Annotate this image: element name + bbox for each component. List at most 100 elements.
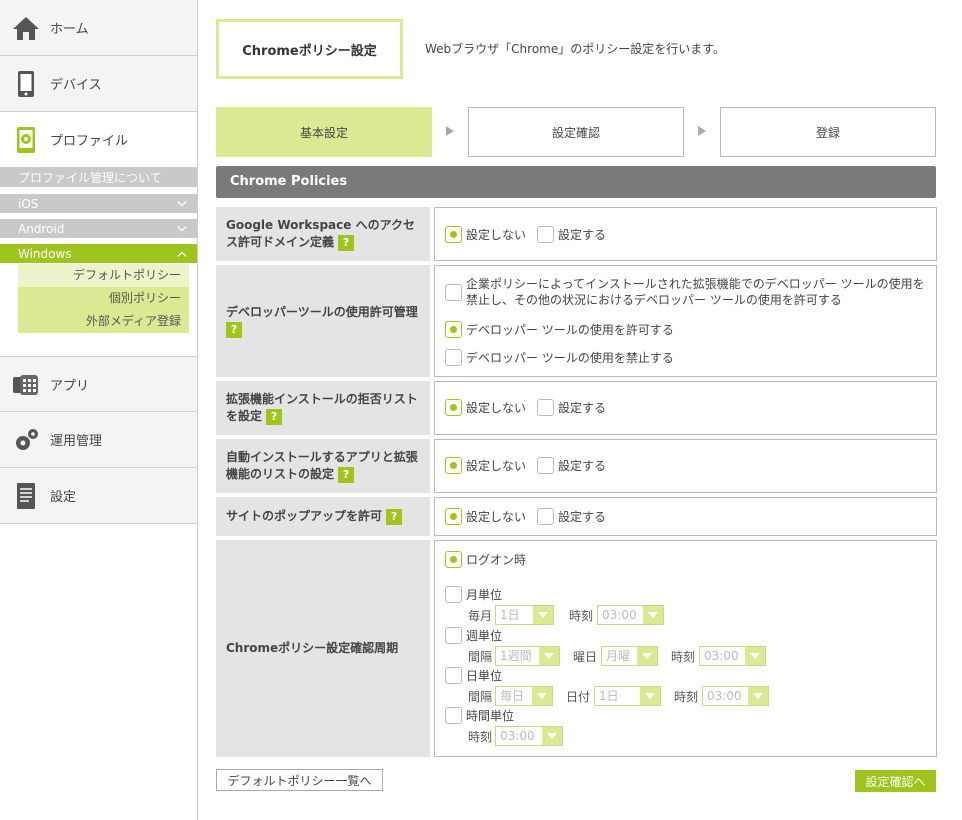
select-value: 03:00 bbox=[707, 689, 742, 703]
help-icon[interactable]: ? bbox=[266, 408, 283, 425]
radio-label: 時間単位 bbox=[466, 709, 515, 723]
label-date: 日付 bbox=[566, 690, 591, 704]
nav-settings-label: 設定 bbox=[50, 490, 77, 505]
sidebar-item-external-media[interactable]: 外部メディア登録 bbox=[18, 310, 189, 333]
help-icon[interactable]: ? bbox=[386, 508, 403, 525]
row-value-devtools: 企業ポリシーによってインストールされた拡張機能でのデベロッパー ツールの使用を禁… bbox=[434, 265, 937, 377]
dropdown-arrow-icon bbox=[748, 687, 768, 705]
dropdown-arrow-icon bbox=[533, 606, 553, 624]
row-label-devtools: デベロッパーツールの使用許可管理? bbox=[216, 265, 430, 377]
radio-devtools-block-ext[interactable]: 企業ポリシーによってインストールされた拡張機能でのデベロッパー ツールの使用を禁… bbox=[445, 276, 925, 308]
nav-profile[interactable]: プロファイル bbox=[0, 112, 197, 168]
radio-cycle-weekly[interactable]: 週単位 bbox=[445, 627, 502, 644]
row-label-text: Google Workspace へのアクセス許可ドメイン定義 bbox=[226, 218, 415, 249]
go-to-confirm-button[interactable]: 設定確認へ bbox=[855, 770, 936, 792]
nav-device[interactable]: デバイス bbox=[0, 56, 197, 112]
radio-label: デベロッパー ツールの使用を禁止する bbox=[466, 351, 674, 365]
help-icon[interactable]: ? bbox=[226, 321, 242, 338]
sidebar-item-windows[interactable]: Windows bbox=[0, 244, 197, 263]
radio-circle bbox=[445, 457, 462, 474]
radio-circle bbox=[445, 399, 462, 416]
radio-forcelist-off[interactable]: 設定しない bbox=[445, 457, 526, 474]
radio-workspace-on[interactable]: 設定する bbox=[537, 226, 606, 243]
label-time: 時刻 bbox=[569, 609, 594, 623]
radio-popups-off[interactable]: 設定しない bbox=[445, 508, 526, 525]
radio-devtools-allow[interactable]: デベロッパー ツールの使用を許可する bbox=[445, 321, 674, 338]
select-hour-time[interactable]: 03:00 bbox=[495, 726, 563, 746]
select-week-time[interactable]: 03:00 bbox=[699, 646, 766, 666]
row-label-workspace: Google Workspace へのアクセス許可ドメイン定義? bbox=[216, 207, 430, 261]
nav-operations[interactable]: 運用管理 bbox=[0, 412, 197, 468]
radio-label: 設定しない bbox=[466, 459, 527, 473]
label-weekday: 曜日 bbox=[573, 650, 598, 664]
dropdown-arrow-icon bbox=[640, 687, 660, 705]
select-value: 03:00 bbox=[500, 729, 535, 743]
radio-workspace-off[interactable]: 設定しない bbox=[445, 226, 526, 243]
radio-circle bbox=[445, 349, 462, 366]
row-value-forcelist: 設定しない 設定する bbox=[434, 439, 937, 493]
radio-circle bbox=[445, 508, 462, 525]
radio-circle bbox=[445, 627, 462, 644]
radio-blocklist-on[interactable]: 設定する bbox=[537, 399, 606, 416]
row-value-blocklist: 設定しない 設定する bbox=[434, 381, 937, 435]
step-arrow-icon bbox=[698, 126, 706, 136]
sidebar-item-default-policy[interactable]: デフォルトポリシー bbox=[18, 264, 189, 287]
radio-label: ログオン時 bbox=[466, 553, 527, 567]
radio-circle bbox=[445, 586, 462, 603]
select-value: 1週間 bbox=[500, 649, 532, 663]
help-icon[interactable]: ? bbox=[338, 234, 355, 251]
select-month-day[interactable]: 1日 bbox=[495, 605, 554, 625]
select-day-date[interactable]: 1日 bbox=[594, 686, 661, 706]
radio-label: 日単位 bbox=[466, 669, 503, 683]
help-icon[interactable]: ? bbox=[338, 466, 355, 483]
sidebar: ホーム デバイス プロファイル プロファイル管理について iOS Android… bbox=[0, 0, 198, 820]
select-value: 03:00 bbox=[602, 608, 637, 622]
sidebar-item-android-label: Android bbox=[18, 221, 65, 236]
row-label-blocklist: 拡張機能インストールの拒否リストを設定? bbox=[216, 381, 430, 435]
sidebar-item-ios[interactable]: iOS bbox=[0, 194, 197, 213]
radio-blocklist-off[interactable]: 設定しない bbox=[445, 399, 526, 416]
radio-label: 設定する bbox=[558, 510, 607, 524]
select-week-interval[interactable]: 1週間 bbox=[495, 646, 560, 666]
row-value-check-cycle: ログオン時 月単位 毎月 1日 時刻 03:00 週単位 間隔 1週間 曜日 月… bbox=[434, 540, 937, 757]
chevron-down-icon bbox=[177, 225, 187, 232]
select-weekday[interactable]: 月曜 bbox=[601, 646, 658, 666]
radio-cycle-monthly[interactable]: 月単位 bbox=[445, 586, 502, 603]
label-time: 時刻 bbox=[468, 730, 493, 744]
page-description: Webブラウザ「Chrome」のポリシー設定を行います。 bbox=[425, 42, 726, 56]
radio-label: 月単位 bbox=[466, 588, 503, 602]
home-icon bbox=[12, 14, 40, 42]
nav-home[interactable]: ホーム bbox=[0, 0, 197, 56]
radio-circle bbox=[537, 226, 554, 243]
radio-cycle-hourly[interactable]: 時間単位 bbox=[445, 707, 514, 724]
select-day-interval[interactable]: 毎日 bbox=[495, 686, 553, 706]
sidebar-item-profile-about[interactable]: プロファイル管理について bbox=[0, 168, 197, 187]
radio-popups-on[interactable]: 設定する bbox=[537, 508, 606, 525]
radio-devtools-deny[interactable]: デベロッパー ツールの使用を禁止する bbox=[445, 349, 674, 366]
radio-cycle-logon[interactable]: ログオン時 bbox=[445, 551, 526, 568]
sidebar-item-individual-policy[interactable]: 個別ポリシー bbox=[18, 287, 189, 310]
radio-label: 設定する bbox=[558, 401, 607, 415]
radio-label: 設定しない bbox=[466, 510, 527, 524]
label-time: 時刻 bbox=[671, 650, 696, 664]
sidebar-item-android[interactable]: Android bbox=[0, 219, 197, 238]
radio-cycle-daily[interactable]: 日単位 bbox=[445, 667, 502, 684]
dropdown-arrow-icon bbox=[745, 647, 765, 665]
row-label-popups: サイトのポップアップを許可? bbox=[216, 497, 430, 536]
page-title: Chromeポリシー設定 bbox=[216, 19, 403, 79]
select-day-time[interactable]: 03:00 bbox=[702, 686, 769, 706]
nav-app[interactable]: アプリ bbox=[0, 356, 197, 412]
back-to-default-policy-list-button[interactable]: デフォルトポリシー一覧へ bbox=[216, 769, 383, 791]
radio-circle bbox=[445, 551, 462, 568]
radio-forcelist-on[interactable]: 設定する bbox=[537, 457, 606, 474]
row-label-text: 自動インストールするアプリと拡張機能のリストの設定 bbox=[226, 450, 418, 481]
section-title: Chrome Policies bbox=[216, 166, 936, 198]
profile-gear-icon bbox=[12, 126, 40, 154]
select-month-time[interactable]: 03:00 bbox=[597, 605, 664, 625]
nav-settings[interactable]: 設定 bbox=[0, 468, 197, 524]
select-value: 1日 bbox=[599, 689, 619, 703]
label-time: 時刻 bbox=[674, 690, 699, 704]
dropdown-arrow-icon bbox=[532, 687, 552, 705]
step-arrow-icon bbox=[446, 126, 454, 136]
radio-label: 設定しない bbox=[466, 401, 527, 415]
